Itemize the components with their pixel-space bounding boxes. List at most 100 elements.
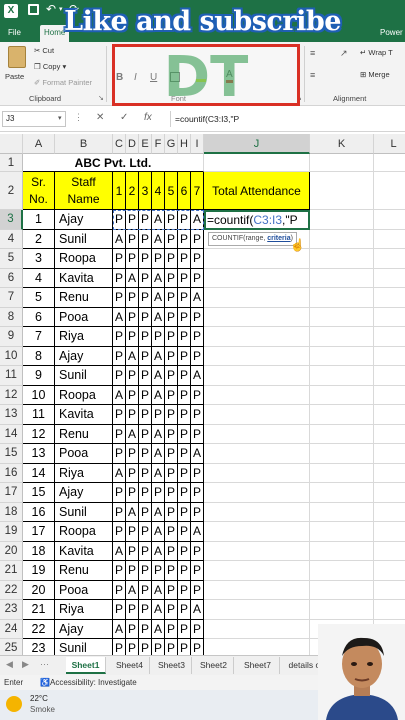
grid-cell[interactable] <box>310 502 374 522</box>
orientation-icon[interactable]: ↗ <box>340 48 348 59</box>
attendance-cell[interactable]: A <box>113 307 126 327</box>
attendance-cell[interactable]: P <box>152 561 165 581</box>
attendance-cell[interactable]: P <box>113 424 126 444</box>
attendance-cell[interactable]: P <box>152 483 165 503</box>
copy-dropdown-icon[interactable]: ▾ <box>62 62 66 71</box>
grid-cell[interactable] <box>374 172 405 210</box>
attendance-cell[interactable]: A <box>191 522 204 542</box>
attendance-cell[interactable]: A <box>152 522 165 542</box>
attendance-cell[interactable]: P <box>126 463 139 483</box>
attendance-cell[interactable]: P <box>152 639 165 655</box>
attendance-cell[interactable]: A <box>152 229 165 249</box>
grid-cell[interactable] <box>310 541 374 561</box>
attendance-cell[interactable]: P <box>178 522 191 542</box>
sr-no-cell[interactable]: 9 <box>23 366 55 386</box>
attendance-cell[interactable]: P <box>191 327 204 347</box>
name-box-dropdown-icon[interactable]: ▾ <box>58 114 62 122</box>
attendance-cell[interactable]: P <box>126 639 139 655</box>
attendance-cell[interactable]: P <box>139 619 152 639</box>
attendance-cell[interactable]: P <box>165 385 178 405</box>
attendance-cell[interactable]: P <box>126 405 139 425</box>
formula-options-icon[interactable]: ⋮ <box>74 112 83 123</box>
attendance-cell[interactable]: P <box>165 346 178 366</box>
attendance-cell[interactable]: P <box>165 502 178 522</box>
align-top-icon[interactable]: ≡ <box>310 48 315 58</box>
attendance-cell[interactable]: A <box>113 541 126 561</box>
total-attendance-cell[interactable] <box>204 366 310 386</box>
attendance-cell[interactable]: P <box>191 541 204 561</box>
attendance-cell[interactable]: P <box>191 229 204 249</box>
staff-name-cell[interactable]: Ajay <box>55 210 113 230</box>
sr-no-cell[interactable]: 16 <box>23 502 55 522</box>
column-header-d[interactable]: D <box>126 134 139 154</box>
sr-no-cell[interactable]: 10 <box>23 385 55 405</box>
attendance-cell[interactable]: P <box>139 639 152 655</box>
attendance-cell[interactable]: P <box>139 346 152 366</box>
grid-cell[interactable] <box>310 249 374 269</box>
sr-no-cell[interactable]: 23 <box>23 639 55 655</box>
attendance-cell[interactable]: P <box>178 580 191 600</box>
attendance-cell[interactable]: P <box>178 288 191 308</box>
total-attendance-cell[interactable] <box>204 580 310 600</box>
attendance-cell[interactable]: P <box>126 541 139 561</box>
staff-name-cell[interactable]: Riya <box>55 463 113 483</box>
column-header-l[interactable]: L <box>374 134 405 154</box>
attendance-cell[interactable]: A <box>152 444 165 464</box>
attendance-cell[interactable]: P <box>113 327 126 347</box>
grid-cell[interactable] <box>310 385 374 405</box>
column-header-g[interactable]: G <box>165 134 178 154</box>
column-header-a[interactable]: A <box>23 134 55 154</box>
grid-cell[interactable] <box>374 600 405 620</box>
staff-name-cell[interactable]: Roopa <box>55 385 113 405</box>
attendance-cell[interactable]: P <box>113 405 126 425</box>
format-painter-button[interactable]: ✐ Format Painter <box>34 78 92 87</box>
staff-name-cell[interactable]: Sunil <box>55 639 113 655</box>
attendance-cell[interactable]: P <box>165 639 178 655</box>
attendance-cell[interactable]: P <box>139 522 152 542</box>
attendance-cell[interactable]: P <box>113 483 126 503</box>
grid-cell[interactable] <box>374 347 405 366</box>
staff-name-cell[interactable]: Ajay <box>55 483 113 503</box>
grid-cell[interactable] <box>310 366 374 386</box>
attendance-cell[interactable]: P <box>113 346 126 366</box>
attendance-cell[interactable]: P <box>113 268 126 288</box>
sr-no-cell[interactable]: 13 <box>23 444 55 464</box>
staff-name-cell[interactable]: Sunil <box>55 229 113 249</box>
attendance-cell[interactable]: P <box>178 249 191 269</box>
total-attendance-cell[interactable] <box>204 639 310 655</box>
attendance-cell[interactable]: P <box>139 327 152 347</box>
tabs-more-icon[interactable]: ⋯ <box>40 659 49 670</box>
row-header[interactable]: 18 <box>0 502 23 522</box>
row-header[interactable]: 2 <box>0 172 23 210</box>
grid-cell[interactable] <box>204 154 310 172</box>
total-attendance-cell[interactable] <box>204 385 310 405</box>
attendance-cell[interactable]: P <box>165 229 178 249</box>
attendance-cell[interactable]: P <box>178 619 191 639</box>
column-header-f[interactable]: F <box>152 134 165 154</box>
active-cell-j3[interactable]: =countif(C3:I3,"P <box>204 210 310 230</box>
row-header[interactable]: 25 <box>0 639 23 655</box>
scroll-tabs-left-icon[interactable]: ◀ <box>6 659 13 670</box>
attendance-cell[interactable]: P <box>113 600 126 620</box>
attendance-cell[interactable]: P <box>178 385 191 405</box>
attendance-cell[interactable]: P <box>178 639 191 655</box>
sr-no-cell[interactable]: 8 <box>23 346 55 366</box>
attendance-cell[interactable]: P <box>126 288 139 308</box>
attendance-cell[interactable]: A <box>152 619 165 639</box>
attendance-cell[interactable]: P <box>191 561 204 581</box>
staff-name-cell[interactable]: Sunil <box>55 366 113 386</box>
attendance-cell[interactable]: P <box>191 580 204 600</box>
grid-cell[interactable] <box>374 386 405 405</box>
sr-no-cell[interactable]: 11 <box>23 405 55 425</box>
attendance-cell[interactable]: P <box>191 463 204 483</box>
grid-cell[interactable] <box>310 600 374 620</box>
sr-no-cell[interactable]: 19 <box>23 561 55 581</box>
row-header[interactable]: 10 <box>0 346 23 366</box>
column-header-c[interactable]: C <box>113 134 126 154</box>
attendance-cell[interactable]: P <box>126 385 139 405</box>
grid-cell[interactable] <box>310 561 374 581</box>
attendance-cell[interactable]: P <box>152 327 165 347</box>
attendance-cell[interactable]: P <box>139 307 152 327</box>
attendance-cell[interactable]: P <box>178 541 191 561</box>
staff-name-cell[interactable]: Renu <box>55 561 113 581</box>
